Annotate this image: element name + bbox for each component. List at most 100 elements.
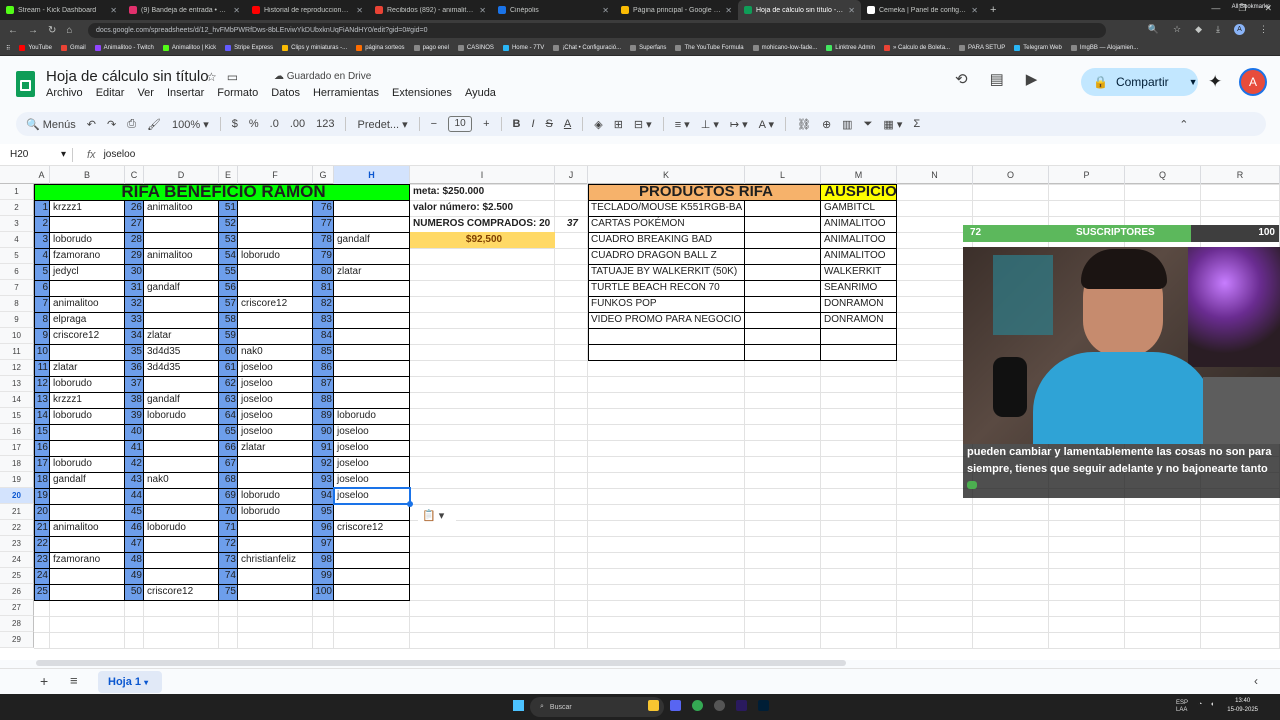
raffle-number[interactable]: 76 <box>313 200 334 216</box>
wifi-icon[interactable]: ◔ <box>1198 701 1202 708</box>
row-header[interactable]: 5 <box>0 248 34 264</box>
product-name[interactable]: CUADRO DRAGON BALL Z <box>588 248 745 264</box>
raffle-number[interactable]: 78 <box>313 232 334 248</box>
raffle-name[interactable]: joseloo <box>238 408 313 424</box>
row-header[interactable]: 27 <box>0 600 34 616</box>
menu-item-datos[interactable]: Datos <box>271 87 300 99</box>
raffle-number[interactable]: 83 <box>313 312 334 328</box>
raffle-number[interactable]: 70 <box>219 504 238 520</box>
raffle-number[interactable]: 4 <box>34 248 50 264</box>
comment-icon[interactable]: ⊕ <box>822 118 831 131</box>
raffle-name[interactable]: 3d4d35 <box>144 344 219 360</box>
column-header-r[interactable]: R <box>1201 166 1280 184</box>
row-header[interactable]: 9 <box>0 312 34 328</box>
raffle-number[interactable]: 19 <box>34 488 50 504</box>
raffle-number[interactable]: 38 <box>125 392 144 408</box>
menus-search[interactable]: 🔍 Menús <box>26 118 76 131</box>
percent-button[interactable]: % <box>249 118 259 130</box>
raffle-name[interactable]: joseloo <box>334 456 410 472</box>
row-header[interactable]: 18 <box>0 456 34 472</box>
raffle-number[interactable]: 48 <box>125 552 144 568</box>
raffle-number[interactable]: 23 <box>34 552 50 568</box>
product-sponsor[interactable]: ANIMALITOO <box>821 248 897 264</box>
browser-tab[interactable]: Historial de reproducciones - Y ✕ <box>246 0 369 20</box>
new-tab-button[interactable]: + <box>990 4 996 16</box>
font-size-input[interactable]: 10 <box>448 116 473 132</box>
raffle-name[interactable]: animalitoo <box>50 296 125 312</box>
raffle-number[interactable]: 42 <box>125 456 144 472</box>
back-icon[interactable]: ← <box>8 25 18 36</box>
row-header[interactable]: 24 <box>0 552 34 568</box>
raffle-number[interactable]: 27 <box>125 216 144 232</box>
meet-icon[interactable]: ▶ <box>1026 70 1038 88</box>
raffle-number[interactable]: 32 <box>125 296 144 312</box>
tab-close-icon[interactable]: ✕ <box>356 6 363 15</box>
raffle-number[interactable]: 77 <box>313 216 334 232</box>
raffle-number[interactable]: 16 <box>34 440 50 456</box>
vertical-align-icon[interactable]: ⊥ ▾ <box>701 118 719 131</box>
row-header[interactable]: 17 <box>0 440 34 456</box>
forward-icon[interactable]: → <box>28 25 38 36</box>
bookmark-item[interactable]: Telegram Web <box>1014 45 1062 51</box>
column-header-q[interactable]: Q <box>1125 166 1201 184</box>
raffle-number[interactable]: 86 <box>313 360 334 376</box>
raffle-number[interactable]: 74 <box>219 568 238 584</box>
bookmark-item[interactable]: Superfans <box>630 45 666 51</box>
obs-icon[interactable] <box>714 700 725 711</box>
bookmark-item[interactable]: YouTube <box>19 45 52 51</box>
raffle-number[interactable]: 94 <box>313 488 334 504</box>
raffle-number[interactable]: 30 <box>125 264 144 280</box>
tab-close-icon[interactable]: ✕ <box>110 6 117 15</box>
product-name[interactable]: CUADRO BREAKING BAD <box>588 232 745 248</box>
premiere-icon[interactable] <box>736 700 747 711</box>
raffle-name[interactable]: gandalf <box>334 232 410 248</box>
column-header-i[interactable]: I <box>410 166 555 184</box>
move-folder-icon[interactable]: ▭ <box>227 70 238 84</box>
raffle-number[interactable]: 15 <box>34 424 50 440</box>
raffle-number[interactable]: 87 <box>313 376 334 392</box>
volume-icon[interactable]: ◖ <box>1210 701 1214 708</box>
product-sponsor[interactable]: DONRAMON <box>821 312 897 328</box>
horizontal-align-icon[interactable]: ≡ ▾ <box>675 118 690 131</box>
redo-icon[interactable]: ↷ <box>107 118 116 131</box>
raffle-number[interactable]: 97 <box>313 536 334 552</box>
raffle-number[interactable]: 43 <box>125 472 144 488</box>
raffle-name[interactable]: nak0 <box>144 472 219 488</box>
profile-avatar[interactable]: A <box>1234 24 1245 35</box>
product-sponsor[interactable]: ANIMALITOO <box>821 232 897 248</box>
raffle-number[interactable]: 55 <box>219 264 238 280</box>
raffle-name[interactable]: jedycl <box>50 264 125 280</box>
raffle-name[interactable]: loborudo <box>144 520 219 536</box>
raffle-number[interactable]: 22 <box>34 536 50 552</box>
download-icon[interactable]: ⤓ <box>1216 24 1220 35</box>
raffle-name[interactable]: zlatar <box>238 440 313 456</box>
bookmark-item[interactable]: The YouTube Formula <box>675 45 744 51</box>
raffle-name[interactable]: joseloo <box>334 472 410 488</box>
raffle-number[interactable]: 36 <box>125 360 144 376</box>
menu-item-extensiones[interactable]: Extensiones <box>392 87 452 99</box>
sheet-tab[interactable]: Hoja 1 ▾ <box>98 671 162 693</box>
raffle-number[interactable]: 1 <box>34 200 50 216</box>
name-box[interactable]: H20 ▾ <box>0 149 72 160</box>
raffle-number[interactable]: 64 <box>219 408 238 424</box>
decrease-decimal-button[interactable]: .0 <box>270 118 279 130</box>
raffle-number[interactable]: 50 <box>125 584 144 600</box>
raffle-number[interactable]: 20 <box>34 504 50 520</box>
menu-item-ver[interactable]: Ver <box>137 87 154 99</box>
bookmark-item[interactable]: Stripe Express <box>225 45 273 51</box>
raffle-name[interactable]: criscore12 <box>334 520 410 536</box>
raffle-number[interactable]: 81 <box>313 280 334 296</box>
browser-tab[interactable]: (9) Bandeja de entrada • Chats ✕ <box>123 0 246 20</box>
row-header[interactable]: 25 <box>0 568 34 584</box>
reload-icon[interactable]: ↻ <box>48 25 56 36</box>
row-header[interactable]: 2 <box>0 200 34 216</box>
star-icon[interactable]: ☆ <box>206 70 217 84</box>
raffle-number[interactable]: 100 <box>313 584 334 600</box>
zoom-icon[interactable]: 🔍 <box>1148 24 1159 35</box>
raffle-number[interactable]: 5 <box>34 264 50 280</box>
system-clock[interactable]: 13:40 15-09-2025 <box>1227 697 1258 715</box>
bookmark-item[interactable]: mohicano-low-fade... <box>752 45 817 51</box>
raffle-number[interactable]: 33 <box>125 312 144 328</box>
raffle-name[interactable]: zlatar <box>144 328 219 344</box>
raffle-name[interactable]: joseloo <box>334 424 410 440</box>
